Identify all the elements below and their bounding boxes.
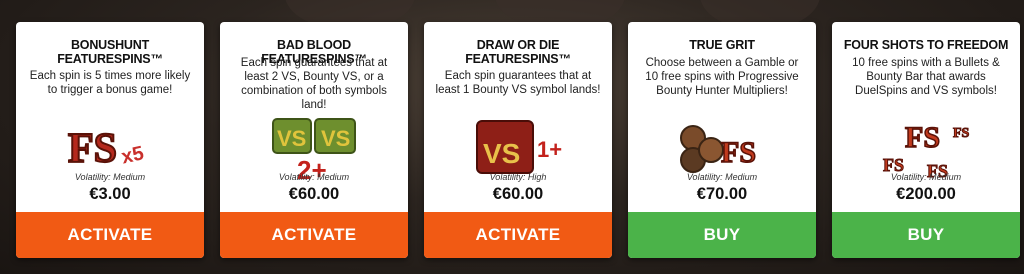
volatility-label: Volatility: Medium — [890, 172, 962, 182]
svg-text:VS: VS — [321, 126, 350, 151]
price-label: €60.00 — [288, 185, 340, 203]
card-title: BONUSHUNT FEATURESPINS™ — [57, 38, 163, 66]
volatility-label: Volatility: Medium — [278, 172, 350, 182]
volatility-label: Volatility: High — [489, 172, 547, 182]
activate-button[interactable]: ACTIVATE — [220, 212, 408, 258]
bonus-buy-cards: BONUSHUNT FEATURESPINS™ Each spin is 5 t… — [16, 22, 1020, 258]
price-label: €200.00 — [896, 185, 956, 203]
svg-text:FS: FS — [953, 126, 970, 141]
bonus-card-four-shots: FOUR SHOTS TO FREEDOM 10 free spins with… — [832, 22, 1020, 258]
svg-text:VS: VS — [277, 126, 306, 151]
card-title: FOUR SHOTS TO FREEDOM — [843, 38, 1009, 52]
svg-text:x5: x5 — [119, 142, 145, 168]
buy-button[interactable]: BUY — [832, 212, 1020, 258]
buy-button[interactable]: BUY — [628, 212, 816, 258]
card-description: Choose between a Gamble or 10 free spins… — [645, 57, 799, 97]
svg-text:FS: FS — [721, 136, 756, 169]
volatility-label: Volatility: Medium — [74, 172, 146, 182]
bonus-card-true-grit: TRUE GRIT Choose between a Gamble or 10 … — [628, 22, 816, 258]
svg-text:FS: FS — [905, 121, 940, 154]
svg-text:FS: FS — [68, 126, 117, 172]
card-description: Each spin is 5 times more likely to trig… — [29, 70, 191, 96]
volatility-label: Volatility: Medium — [686, 172, 758, 182]
card-description: Each spin guarantees that at least 2 VS,… — [240, 57, 388, 111]
price-label: €3.00 — [89, 185, 131, 203]
bonus-card-bonushunt: BONUSHUNT FEATURESPINS™ Each spin is 5 t… — [16, 22, 204, 258]
card-description: Each spin guarantees that at least 1 Bou… — [435, 70, 601, 96]
bonus-card-draw-or-die: DRAW OR DIE FEATURESPINS™ Each spin guar… — [424, 22, 612, 258]
card-description: 10 free spins with a Bullets & Bounty Ba… — [852, 57, 1000, 97]
activate-button[interactable]: ACTIVATE — [424, 212, 612, 258]
price-label: €70.00 — [696, 185, 748, 203]
svg-text:1+: 1+ — [537, 137, 562, 162]
card-title: TRUE GRIT — [689, 38, 755, 52]
card-title: DRAW OR DIE FEATURESPINS™ — [465, 38, 571, 66]
price-label: €60.00 — [492, 185, 544, 203]
activate-button[interactable]: ACTIVATE — [16, 212, 204, 258]
bonus-card-bad-blood: BAD BLOOD FEATURESPINS™ Each spin guaran… — [220, 22, 408, 258]
svg-text:VS: VS — [483, 138, 520, 169]
